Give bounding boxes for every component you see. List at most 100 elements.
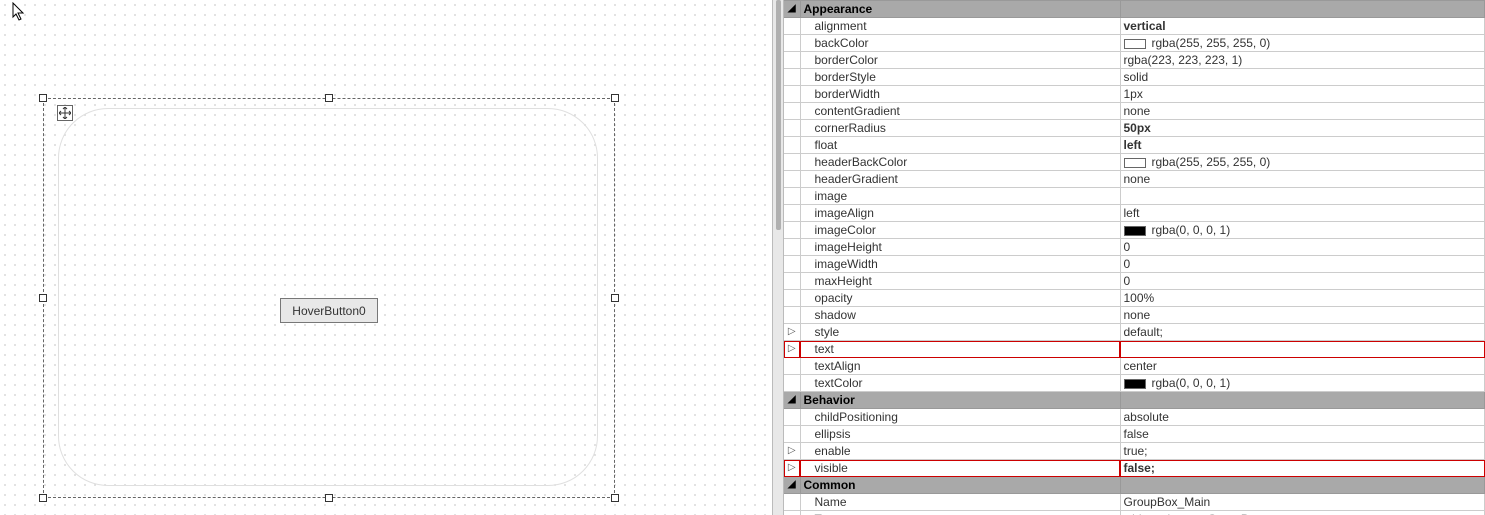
- prop-row-enable[interactable]: ▷ enable true;: [784, 443, 1485, 460]
- prop-value[interactable]: 100%: [1120, 290, 1485, 307]
- prop-row-style[interactable]: ▷ style default;: [784, 324, 1485, 341]
- prop-row-type[interactable]: Type widgets.brease.GroupBox: [784, 511, 1485, 515]
- prop-row-name[interactable]: Name GroupBox_Main: [784, 494, 1485, 511]
- prop-row-text[interactable]: ▷ text: [784, 341, 1485, 358]
- prop-row-contentGradient[interactable]: contentGradient none: [784, 103, 1485, 120]
- prop-row-float[interactable]: float left: [784, 137, 1485, 154]
- prop-value[interactable]: rgba(0, 0, 0, 1): [1120, 222, 1485, 239]
- prop-row-imageColor[interactable]: imageColor rgba(0, 0, 0, 1): [784, 222, 1485, 239]
- prop-name: borderWidth: [800, 86, 1120, 103]
- prop-row-headerGradient[interactable]: headerGradient none: [784, 171, 1485, 188]
- collapse-icon[interactable]: ◢: [784, 477, 800, 494]
- move-handle-icon[interactable]: [57, 105, 73, 121]
- category-label: Behavior: [800, 392, 1120, 409]
- prop-value[interactable]: GroupBox_Main: [1120, 494, 1485, 511]
- prop-value[interactable]: left: [1120, 205, 1485, 222]
- resize-handle-ne[interactable]: [611, 94, 619, 102]
- prop-value[interactable]: solid: [1120, 69, 1485, 86]
- resize-handle-e[interactable]: [611, 294, 619, 302]
- prop-row-backColor[interactable]: backColor rgba(255, 255, 255, 0): [784, 35, 1485, 52]
- prop-value[interactable]: [1120, 341, 1485, 358]
- prop-row-imageWidth[interactable]: imageWidth 0: [784, 256, 1485, 273]
- resize-handle-w[interactable]: [39, 294, 47, 302]
- prop-value[interactable]: none: [1120, 103, 1485, 120]
- prop-value[interactable]: center: [1120, 358, 1485, 375]
- prop-name: imageColor: [800, 222, 1120, 239]
- expand-icon[interactable]: ▷: [784, 341, 800, 358]
- prop-name: enable: [800, 443, 1120, 460]
- prop-value[interactable]: left: [1120, 137, 1485, 154]
- prop-name: textAlign: [800, 358, 1120, 375]
- category-common[interactable]: ◢ Common: [784, 477, 1485, 494]
- prop-value[interactable]: none: [1120, 171, 1485, 188]
- prop-row-imageHeight[interactable]: imageHeight 0: [784, 239, 1485, 256]
- property-grid: ◢ Appearance alignment vertical backColo…: [784, 0, 1485, 515]
- prop-value[interactable]: rgba(223, 223, 223, 1): [1120, 52, 1485, 69]
- resize-handle-nw[interactable]: [39, 94, 47, 102]
- prop-value[interactable]: vertical: [1120, 18, 1485, 35]
- prop-row-shadow[interactable]: shadow none: [784, 307, 1485, 324]
- expand-icon[interactable]: ▷: [784, 443, 800, 460]
- prop-value[interactable]: 0: [1120, 273, 1485, 290]
- prop-row-textAlign[interactable]: textAlign center: [784, 358, 1485, 375]
- prop-value[interactable]: rgba(0, 0, 0, 1): [1120, 375, 1485, 392]
- prop-row-headerBackColor[interactable]: headerBackColor rgba(255, 255, 255, 0): [784, 154, 1485, 171]
- prop-value[interactable]: absolute: [1120, 409, 1485, 426]
- prop-value[interactable]: [1120, 188, 1485, 205]
- prop-row-borderColor[interactable]: borderColor rgba(223, 223, 223, 1): [784, 52, 1485, 69]
- resize-handle-sw[interactable]: [39, 494, 47, 502]
- prop-value[interactable]: 50px: [1120, 120, 1485, 137]
- prop-value[interactable]: rgba(255, 255, 255, 0): [1120, 35, 1485, 52]
- prop-name: headerGradient: [800, 171, 1120, 188]
- prop-name: headerBackColor: [800, 154, 1120, 171]
- prop-value[interactable]: none: [1120, 307, 1485, 324]
- prop-value[interactable]: 0: [1120, 239, 1485, 256]
- category-label: Appearance: [800, 1, 1120, 18]
- prop-value[interactable]: default;: [1120, 324, 1485, 341]
- prop-value[interactable]: 1px: [1120, 86, 1485, 103]
- color-swatch-icon: [1124, 379, 1146, 389]
- collapse-icon[interactable]: ◢: [784, 1, 800, 18]
- prop-name: visible: [800, 460, 1120, 477]
- prop-row-imageAlign[interactable]: imageAlign left: [784, 205, 1485, 222]
- prop-value[interactable]: false: [1120, 426, 1485, 443]
- prop-name: Name: [800, 494, 1120, 511]
- prop-row-cornerRadius[interactable]: cornerRadius 50px: [784, 120, 1485, 137]
- category-behavior[interactable]: ◢ Behavior: [784, 392, 1485, 409]
- prop-value[interactable]: true;: [1120, 443, 1485, 460]
- prop-row-borderWidth[interactable]: borderWidth 1px: [784, 86, 1485, 103]
- prop-value: widgets.brease.GroupBox: [1120, 511, 1485, 515]
- prop-row-textColor[interactable]: textColor rgba(0, 0, 0, 1): [784, 375, 1485, 392]
- prop-row-alignment[interactable]: alignment vertical: [784, 18, 1485, 35]
- resize-handle-se[interactable]: [611, 494, 619, 502]
- design-canvas[interactable]: HoverButton0: [0, 0, 772, 515]
- cursor-arrow-icon: [12, 2, 26, 22]
- prop-name: contentGradient: [800, 103, 1120, 120]
- prop-name: text: [800, 341, 1120, 358]
- category-appearance[interactable]: ◢ Appearance: [784, 1, 1485, 18]
- prop-row-maxHeight[interactable]: maxHeight 0: [784, 273, 1485, 290]
- expand-icon[interactable]: ▷: [784, 460, 800, 477]
- prop-row-image[interactable]: image: [784, 188, 1485, 205]
- resize-handle-n[interactable]: [325, 94, 333, 102]
- prop-row-childPositioning[interactable]: childPositioning absolute: [784, 409, 1485, 426]
- groupbox-widget[interactable]: [58, 108, 598, 486]
- property-panel: ◢ Appearance alignment vertical backColo…: [784, 0, 1485, 515]
- prop-value[interactable]: rgba(255, 255, 255, 0): [1120, 154, 1485, 171]
- scrollbar-thumb[interactable]: [776, 0, 781, 230]
- expand-icon[interactable]: ▷: [784, 324, 800, 341]
- panel-splitter[interactable]: [772, 0, 784, 515]
- prop-name: opacity: [800, 290, 1120, 307]
- prop-name: backColor: [800, 35, 1120, 52]
- prop-row-ellipsis[interactable]: ellipsis false: [784, 426, 1485, 443]
- prop-value[interactable]: 0: [1120, 256, 1485, 273]
- collapse-icon[interactable]: ◢: [784, 392, 800, 409]
- prop-row-borderStyle[interactable]: borderStyle solid: [784, 69, 1485, 86]
- prop-row-visible[interactable]: ▷ visible false;: [784, 460, 1485, 477]
- prop-value[interactable]: false;: [1120, 460, 1485, 477]
- resize-handle-s[interactable]: [325, 494, 333, 502]
- category-label: Common: [800, 477, 1120, 494]
- hover-button-widget[interactable]: HoverButton0: [280, 298, 378, 323]
- prop-name: float: [800, 137, 1120, 154]
- prop-row-opacity[interactable]: opacity 100%: [784, 290, 1485, 307]
